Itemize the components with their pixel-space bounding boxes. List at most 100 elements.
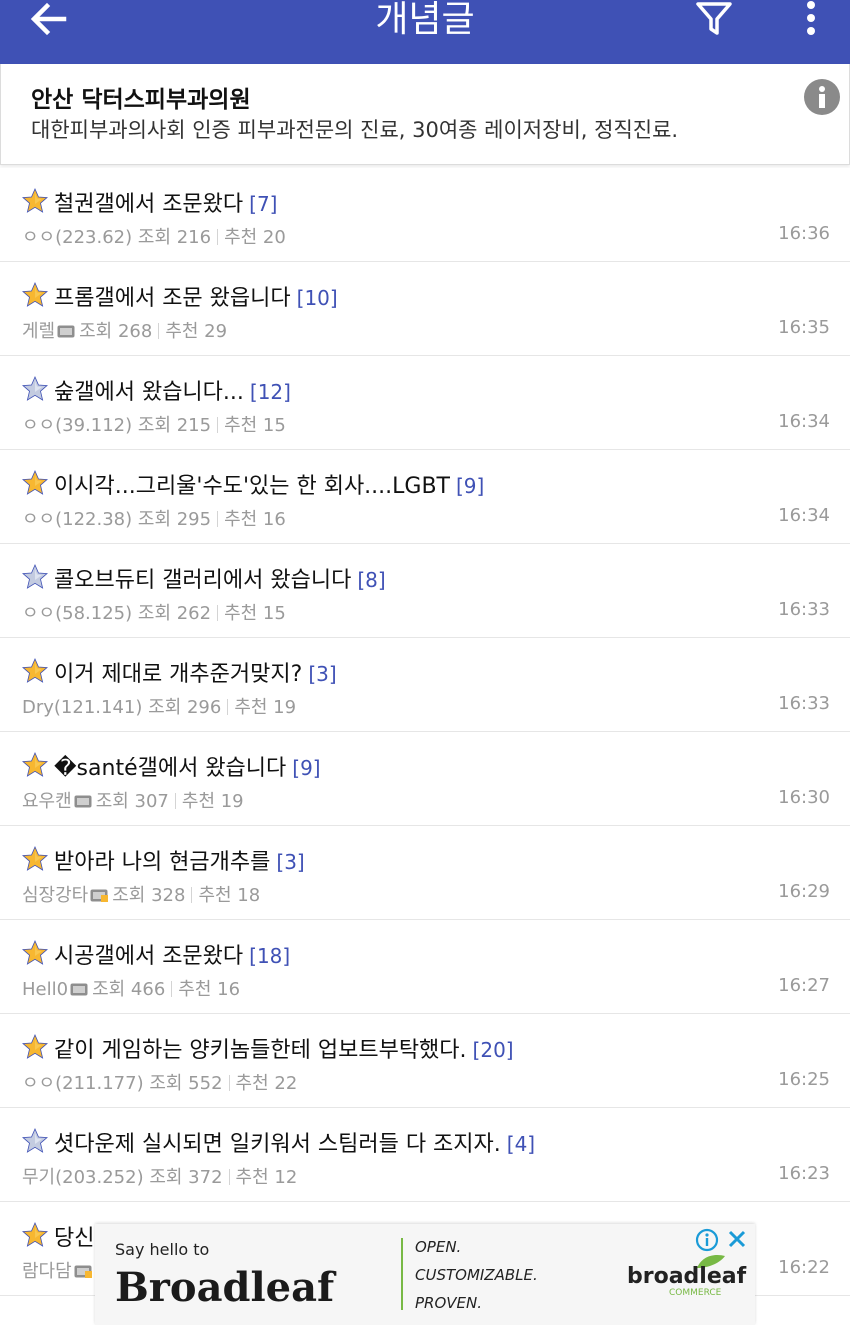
post-recommends: 추천 18: [198, 885, 261, 906]
ad-logo: broadleaf: [627, 1264, 747, 1289]
post-views: 조회 307: [95, 791, 169, 812]
comment-count: [10]: [296, 286, 338, 310]
post-author: Hell0: [22, 979, 69, 1000]
post-row[interactable]: 프롬갤에서 조문 왔읍니다 [10] 게렐 조회 268 추천 29 16:35: [0, 262, 850, 356]
post-views: 조회 552: [149, 1073, 223, 1094]
post-time: 16:27: [778, 975, 830, 996]
post-time: 16:23: [778, 1163, 830, 1184]
post-title-text: 이시각...그리울'수도'있는 한 회사....LGBT: [54, 474, 450, 499]
post-time: 16:30: [778, 787, 830, 808]
ad-banner[interactable]: Say hello to Broadleaf OPEN. CUSTOMIZABL…: [95, 1224, 755, 1325]
comment-count: [7]: [249, 192, 278, 216]
post-recommends: 추천 22: [235, 1073, 298, 1094]
post-title[interactable]: 받아라 나의 현금개추를 [3]: [54, 844, 305, 876]
post-title[interactable]: �santé갤에서 왔습니다 [9]: [54, 750, 321, 782]
sponsored-ad[interactable]: 안산 닥터스피부과의원 대한피부과의사회 인증 피부과전문의 진료, 30여종 …: [0, 64, 850, 165]
post-recommends: 추천 16: [178, 979, 241, 1000]
post-title-text: 당신: [54, 1226, 95, 1251]
post-row[interactable]: 시공갤에서 조문왔다 [18] Hell0 조회 466 추천 16 16:27: [0, 920, 850, 1014]
post-author: ㅇㅇ(223.62): [22, 227, 133, 248]
post-meta: 무기(203.252) 조회 372 추천 12: [22, 1163, 297, 1189]
post-views: 조회 262: [137, 603, 212, 624]
sponsor-description: 대한피부과의사회 인증 피부과전문의 진료, 30여종 레이저장비, 정직진료.: [31, 118, 679, 142]
info-icon[interactable]: [803, 78, 841, 116]
post-title[interactable]: 철권갤에서 조문왔다 [7]: [54, 186, 278, 218]
post-row[interactable]: �santé갤에서 왔습니다 [9] 요우캔 조회 307 추천 19 16:30: [0, 732, 850, 826]
fixed-nick-icon: [74, 795, 92, 808]
fixed-nick-icon: [57, 325, 75, 338]
more-vert-icon[interactable]: [797, 0, 825, 38]
post-meta: 요우캔 조회 307 추천 19: [22, 787, 244, 813]
post-title-text: 숲갤에서 왔습니다...: [54, 380, 244, 405]
post-title[interactable]: 셧다운제 실시되면 일키워서 스팀러들 다 조지자. [4]: [54, 1126, 535, 1158]
ad-hello: Say hello to: [115, 1240, 210, 1259]
post-author: ㅇㅇ(39.112): [22, 415, 133, 436]
meta-divider: [227, 699, 229, 715]
post-row[interactable]: 같이 게임하는 양키놈들한테 업보트부탁했다. [20] ㅇㅇ(211.177) 조…: [0, 1014, 850, 1108]
gold-star-icon: [22, 658, 48, 683]
post-row[interactable]: 셧다운제 실시되면 일키워서 스팀러들 다 조지자. [4] 무기(203.252)…: [0, 1108, 850, 1202]
ad-logo-sub: COMMERCE: [669, 1288, 722, 1298]
post-meta: ㅇㅇ(122.38) 조회 295 추천 16: [22, 505, 286, 531]
meta-divider: [217, 417, 219, 433]
post-row[interactable]: 이시각...그리울'수도'있는 한 회사....LGBT [9] ㅇㅇ(122.38…: [0, 450, 850, 544]
post-meta: ㅇㅇ(223.62) 조회 216 추천 20: [22, 223, 286, 249]
gold-star-icon: [22, 846, 48, 871]
filter-icon[interactable]: [694, 0, 734, 38]
gold-star-icon: [22, 470, 48, 495]
meta-divider: [228, 1075, 230, 1091]
ad-info-icon[interactable]: [695, 1228, 719, 1252]
post-title[interactable]: 당신: [54, 1220, 100, 1252]
post-title[interactable]: 콜오브듀티 갤러리에서 왔습니다 [8]: [54, 562, 386, 594]
post-row[interactable]: 이거 제대로 개추준거맞지? [3] Dry(121.141) 조회 296 추천 1…: [0, 638, 850, 732]
post-row[interactable]: 콜오브듀티 갤러리에서 왔습니다 [8] ㅇㅇ(58.125) 조회 262 추천 1…: [0, 544, 850, 638]
fixed-nick-icon: [70, 983, 88, 996]
ad-brand: Broadleaf: [115, 1264, 335, 1311]
post-time: 16:35: [778, 317, 830, 338]
meta-divider: [158, 323, 160, 339]
post-views: 조회 372: [149, 1167, 223, 1188]
post-views: 조회 295: [137, 509, 212, 530]
post-title[interactable]: 프롬갤에서 조문 왔읍니다 [10]: [54, 280, 338, 312]
post-author: 요우캔: [22, 791, 72, 812]
comment-count: [12]: [249, 380, 291, 404]
post-views: 조회 296: [148, 697, 222, 718]
close-icon[interactable]: [727, 1229, 747, 1249]
ad-line-3: PROVEN.: [415, 1294, 483, 1312]
post-time: 16:36: [778, 223, 830, 244]
post-author: Dry(121.141): [22, 697, 143, 718]
post-title-text: 철권갤에서 조문왔다: [54, 192, 244, 217]
post-time: 16:33: [778, 693, 830, 714]
post-meta: 람다담: [22, 1257, 96, 1283]
post-title[interactable]: 이거 제대로 개추준거맞지? [3]: [54, 656, 337, 688]
post-meta: 심장강타 조회 328 추천 18: [22, 881, 260, 907]
app-bar: 개념글: [0, 0, 850, 64]
locked-nick-icon: [90, 889, 109, 902]
ad-divider: [401, 1238, 403, 1310]
post-time: 16:25: [778, 1069, 830, 1090]
silver-star-icon: [22, 1128, 48, 1153]
comment-count: [20]: [472, 1038, 514, 1062]
post-title[interactable]: 같이 게임하는 양키놈들한테 업보트부탁했다. [20]: [54, 1032, 514, 1064]
meta-divider: [217, 229, 219, 245]
post-title[interactable]: 이시각...그리울'수도'있는 한 회사....LGBT [9]: [54, 468, 484, 500]
post-title[interactable]: 숲갤에서 왔습니다... [12]: [54, 374, 291, 406]
post-row[interactable]: 철권갤에서 조문왔다 [7] ㅇㅇ(223.62) 조회 216 추천 20 16:36: [0, 168, 850, 262]
sponsor-title[interactable]: 안산 닥터스피부과의원: [31, 80, 251, 114]
post-title-text: �santé갤에서 왔습니다: [54, 756, 287, 781]
post-title[interactable]: 시공갤에서 조문왔다 [18]: [54, 938, 290, 970]
comment-count: [3]: [308, 662, 337, 686]
post-row[interactable]: 숲갤에서 왔습니다... [12] ㅇㅇ(39.112) 조회 215 추천 15 16…: [0, 356, 850, 450]
comment-count: [4]: [506, 1132, 536, 1156]
post-author: 무기(203.252): [22, 1167, 144, 1188]
post-author: 람다담: [22, 1261, 72, 1282]
post-list: 철권갤에서 조문왔다 [7] ㅇㅇ(223.62) 조회 216 추천 20 16:36…: [0, 168, 850, 1296]
post-row[interactable]: 받아라 나의 현금개추를 [3] 심장강타 조회 328 추천 18 16:29: [0, 826, 850, 920]
meta-divider: [174, 793, 176, 809]
post-views: 조회 216: [137, 227, 212, 248]
post-recommends: 추천 20: [224, 227, 286, 248]
post-views: 조회 328: [112, 885, 186, 906]
post-views: 조회 215: [137, 415, 212, 436]
post-author: ㅇㅇ(58.125): [22, 603, 133, 624]
post-recommends: 추천 15: [224, 415, 286, 436]
